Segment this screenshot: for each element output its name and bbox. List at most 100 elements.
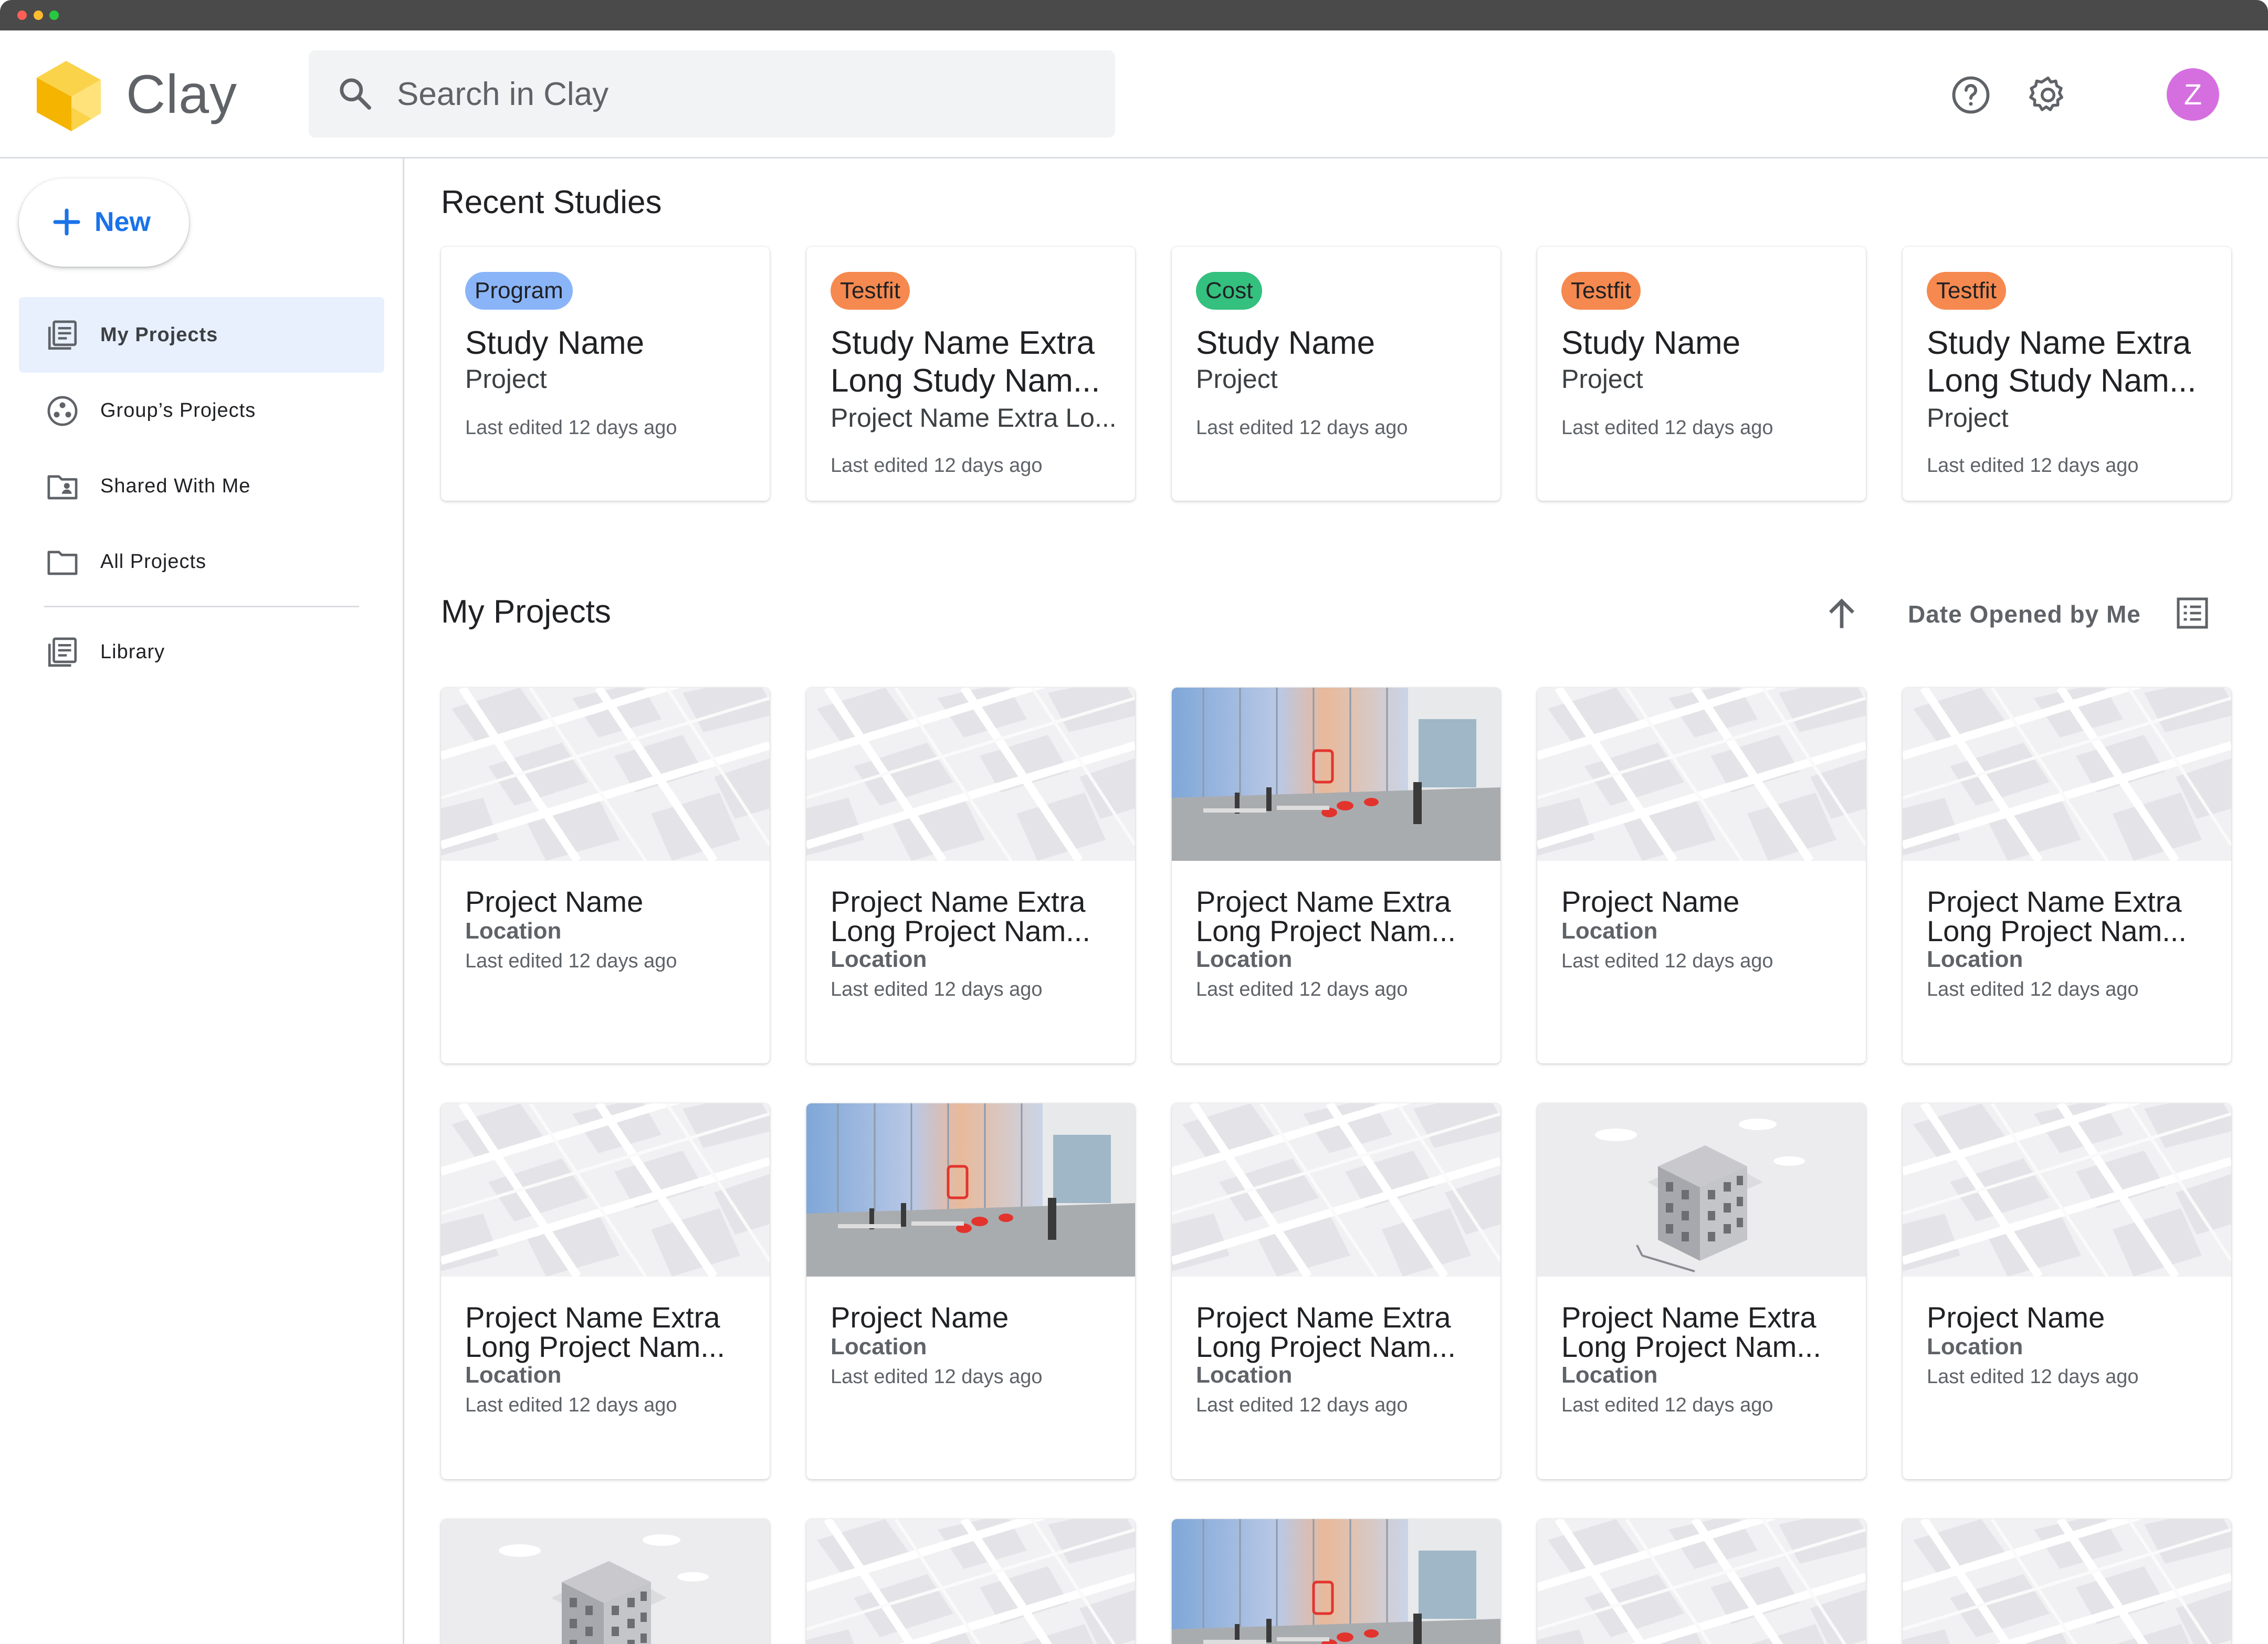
study-project: Project Name Extra Lo... bbox=[831, 403, 1117, 433]
project-thumbnail-building bbox=[441, 1519, 770, 1644]
project-name-line: Long Project Nam... bbox=[465, 1330, 725, 1363]
study-card[interactable]: Testfit Study Name Extra Long Study Nam..… bbox=[806, 247, 1135, 501]
sort-by-dropdown[interactable]: Date Opened by Me bbox=[1908, 597, 2141, 631]
study-card[interactable]: Program Study Name Project Last edited 1… bbox=[441, 247, 770, 501]
project-location: Location bbox=[465, 1362, 562, 1388]
project-card[interactable]: Project Name Extra Long Project Nam... Loc… bbox=[806, 688, 1135, 1063]
study-last-edited: Last edited 12 days ago bbox=[1196, 417, 1408, 439]
project-name-line: Project Name Extra bbox=[1196, 1301, 1451, 1334]
project-thumbnail-photo bbox=[1172, 688, 1500, 861]
project-last-edited: Last edited 12 days ago bbox=[465, 950, 677, 972]
project-name: Project Name bbox=[1561, 887, 1848, 916]
project-last-edited: Last edited 12 days ago bbox=[1561, 950, 1773, 972]
project-card[interactable]: Project Name Extra Long Project Nam... Loc… bbox=[1172, 1103, 1500, 1479]
project-card[interactable] bbox=[441, 1519, 770, 1644]
project-card[interactable]: Project Name Extra Long Project Nam... Loc… bbox=[1903, 688, 2231, 1063]
study-last-edited: Last edited 12 days ago bbox=[831, 455, 1043, 477]
project-name-line: Project Name Extra bbox=[1196, 885, 1451, 918]
project-card[interactable] bbox=[806, 1519, 1135, 1644]
project-thumbnail-map bbox=[806, 1519, 1135, 1644]
help-icon[interactable] bbox=[1950, 75, 1991, 115]
project-name: Project Name bbox=[831, 1303, 1117, 1332]
study-name-line: Long Study Nam... bbox=[1927, 363, 2197, 399]
new-button[interactable]: New bbox=[19, 178, 189, 267]
sidebar-item-groups-projects[interactable]: Group’s Projects bbox=[19, 373, 384, 448]
study-card[interactable]: Testfit Study Name Project Last edited 1… bbox=[1537, 247, 1866, 501]
search-bar[interactable] bbox=[309, 50, 1115, 138]
sidebar-item-label: All Projects bbox=[100, 551, 207, 573]
project-name: Project Name Extra Long Project Nam... bbox=[1927, 887, 2213, 946]
study-name-line: Study Name Extra bbox=[1927, 325, 2191, 361]
project-thumbnail-photo bbox=[806, 1103, 1135, 1277]
project-location: Location bbox=[831, 946, 927, 972]
close-window-button[interactable] bbox=[17, 10, 27, 20]
project-last-edited: Last edited 12 days ago bbox=[1927, 978, 2139, 1000]
project-name-line: Project Name bbox=[1561, 885, 1740, 918]
study-project: Project bbox=[1196, 364, 1278, 394]
sidebar-item-label: Shared With Me bbox=[100, 475, 251, 497]
minimize-window-button[interactable] bbox=[34, 10, 43, 20]
project-card[interactable]: Project Name Location Last edited 12 days … bbox=[1903, 1103, 2231, 1479]
project-card[interactable]: Project Name Location Last edited 12 days … bbox=[1537, 688, 1866, 1063]
project-card[interactable]: Project Name Extra Long Project Nam... Loc… bbox=[441, 1103, 770, 1479]
project-name-line: Project Name bbox=[1927, 1301, 2105, 1334]
project-last-edited: Last edited 12 days ago bbox=[1561, 1394, 1773, 1416]
study-tag: Testfit bbox=[1561, 272, 1641, 310]
study-name-line: Study Name Extra bbox=[831, 325, 1095, 361]
maximize-window-button[interactable] bbox=[49, 10, 59, 20]
search-input[interactable] bbox=[397, 65, 1079, 123]
clay-logo-icon[interactable] bbox=[35, 57, 103, 131]
project-thumbnail-map bbox=[1537, 1519, 1866, 1644]
sidebar-item-all-projects[interactable]: All Projects bbox=[19, 524, 384, 599]
project-location: Location bbox=[1927, 946, 2023, 972]
study-last-edited: Last edited 12 days ago bbox=[1561, 417, 1773, 439]
project-thumbnail-map bbox=[441, 1103, 770, 1277]
user-avatar[interactable]: Z bbox=[2167, 68, 2219, 121]
project-last-edited: Last edited 12 days ago bbox=[831, 1366, 1043, 1388]
study-name: Study Name Extra Long Study Nam... bbox=[1927, 324, 2213, 400]
list-view-icon[interactable] bbox=[2174, 594, 2211, 632]
project-name-line: Project Name Extra bbox=[1561, 1301, 1816, 1334]
sidebar-item-label: Group’s Projects bbox=[100, 399, 256, 421]
project-name-line: Long Project Nam... bbox=[1196, 1330, 1456, 1363]
app-name: Clay bbox=[126, 64, 238, 125]
sidebar-divider bbox=[44, 606, 359, 607]
project-card[interactable] bbox=[1537, 1519, 1866, 1644]
sidebar-item-my-projects[interactable]: My Projects bbox=[19, 297, 384, 373]
project-name-line: Project Name Extra bbox=[465, 1301, 720, 1334]
shared-folder-icon bbox=[47, 475, 78, 500]
sort-direction-arrow-up-icon[interactable] bbox=[1821, 593, 1863, 635]
project-name-line: Long Project Nam... bbox=[831, 914, 1090, 947]
study-project: Project bbox=[465, 364, 547, 394]
project-card[interactable] bbox=[1172, 1519, 1500, 1644]
project-card[interactable]: Project Name Location Last edited 12 days … bbox=[806, 1103, 1135, 1479]
project-card[interactable]: Project Name Extra Long Project Nam... Loc… bbox=[1172, 688, 1500, 1063]
folder-icon bbox=[47, 551, 78, 575]
project-location: Location bbox=[1561, 1362, 1658, 1388]
new-button-label: New bbox=[94, 207, 151, 237]
project-thumbnail-map bbox=[441, 688, 770, 861]
gear-icon[interactable] bbox=[2026, 73, 2070, 117]
sidebar-item-library[interactable]: Library bbox=[19, 614, 384, 690]
project-name: Project Name Extra Long Project Nam... bbox=[465, 1303, 752, 1362]
study-card[interactable]: Cost Study Name Project Last edited 12 d… bbox=[1172, 247, 1500, 501]
project-card[interactable] bbox=[1903, 1519, 2231, 1644]
search-icon bbox=[340, 78, 371, 110]
project-location: Location bbox=[1196, 946, 1293, 972]
project-card[interactable]: Project Name Extra Long Project Nam... Loc… bbox=[1537, 1103, 1866, 1479]
project-last-edited: Last edited 12 days ago bbox=[831, 978, 1043, 1000]
project-card[interactable]: Project Name Location Last edited 12 days … bbox=[441, 688, 770, 1063]
sidebar-item-shared-with-me[interactable]: Shared With Me bbox=[19, 448, 384, 524]
plus-icon bbox=[53, 208, 80, 236]
project-thumbnail-photo bbox=[1172, 1519, 1500, 1644]
project-thumbnail-map bbox=[1537, 688, 1866, 861]
study-tag: Testfit bbox=[831, 272, 910, 310]
project-location: Location bbox=[1561, 918, 1658, 944]
study-tag: Cost bbox=[1196, 272, 1263, 310]
project-name-line: Project Name Extra bbox=[1927, 885, 2182, 918]
project-thumbnail-map bbox=[1903, 688, 2231, 861]
study-name-line: Long Study Nam... bbox=[831, 363, 1100, 399]
project-name-line: Long Project Nam... bbox=[1561, 1330, 1821, 1363]
study-card[interactable]: Testfit Study Name Extra Long Study Nam..… bbox=[1903, 247, 2231, 501]
project-thumbnail-map bbox=[1903, 1103, 2231, 1277]
